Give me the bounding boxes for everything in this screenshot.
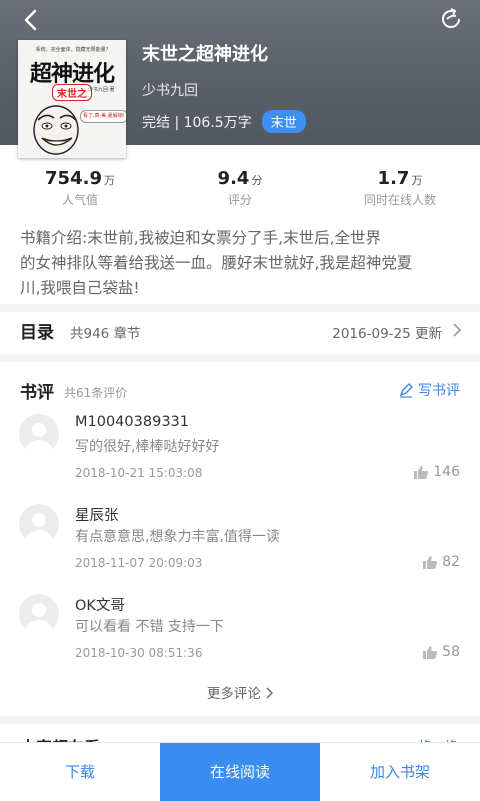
avatar[interactable] (19, 414, 59, 454)
review-username: OK文哥 (75, 598, 125, 614)
share-icon[interactable] (438, 6, 464, 32)
more-reviews-label: 更多评论 (206, 686, 261, 702)
like-count: 58 (442, 644, 460, 660)
table-of-contents-row[interactable]: 目录 共946 章节 2016-09-25 更新 (0, 312, 480, 350)
write-review-button[interactable]: 写书评 (398, 380, 460, 400)
chevron-right-icon (452, 322, 462, 338)
review-item[interactable]: 星辰张 有点意意思,想象力丰富,值得一读 2018-11-07 20:09:03… (0, 504, 480, 588)
cover-speech-bubble: 看了,真·美,夏解锁! (80, 110, 126, 123)
section-divider (0, 716, 480, 724)
avatar[interactable] (19, 504, 59, 544)
review-time: 2018-11-07 20:09:03 (75, 556, 203, 570)
status-text: 完结 | 106.5万字 (142, 114, 252, 131)
stat-unit: 万 (411, 174, 423, 187)
stat-rating: 9.4 分 评分 (180, 168, 300, 208)
pen-icon (399, 383, 413, 398)
book-cover: 系统、完全面体、隐藏无限能量? 超神进化 末世之 少书九回·著 看了,真·美,夏… (18, 40, 126, 158)
stat-label: 同时在线人数 (363, 193, 436, 207)
write-review-label: 写书评 (418, 383, 460, 399)
add-to-shelf-button[interactable]: 加入书架 (320, 743, 480, 801)
stat-unit: 万 (103, 174, 115, 187)
review-time: 2018-10-21 15:03:08 (75, 466, 203, 480)
like-button[interactable]: 82 (422, 554, 460, 570)
review-time: 2018-10-30 08:51:36 (75, 646, 203, 660)
update-date: 2016-09-25 更新 (332, 326, 442, 342)
chevron-right-icon (266, 687, 274, 699)
bottom-action-bar: 下载 在线阅读 加入书架 (0, 742, 480, 801)
reviews-header: 书评 共61条评价 写书评 (0, 372, 480, 403)
thumbs-up-icon (414, 465, 429, 479)
review-username: 星辰张 (75, 508, 119, 524)
thumbs-up-icon (423, 555, 438, 569)
cover-face-illustration (26, 96, 84, 156)
cover-tagline: 系统、完全面体、隐藏无限能量? (35, 47, 109, 53)
genre-tag[interactable]: 末世 (261, 110, 306, 133)
stat-value: 754.9 (45, 168, 102, 189)
book-title: 末世之超神进化 (142, 44, 268, 65)
like-button[interactable]: 58 (422, 644, 460, 660)
toc-title: 目录 (20, 323, 54, 343)
section-divider (0, 304, 480, 312)
review-text: 有点意意思,想象力丰富,值得一读 (75, 529, 280, 545)
review-item[interactable]: OK文哥 可以看看 不错 支持一下 2018-10-30 08:51:36 58 (0, 594, 480, 678)
stat-online: 1.7 万 同时在线人数 (340, 168, 460, 208)
like-count: 82 (442, 554, 460, 570)
book-intro[interactable]: 书籍介绍:末世前,我被迫和女票分了手,末世后,全世界 的女神排队等着给我送一血。… (20, 226, 462, 301)
stat-popularity: 754.9 万 人气值 (20, 168, 140, 208)
avatar[interactable] (19, 594, 59, 634)
download-button[interactable]: 下载 (0, 743, 160, 801)
book-stats: 754.9 万 人气值 9.4 分 评分 1.7 万 同时在线人数 (0, 168, 480, 218)
intro-line: 川,我喂自己袋盐! (20, 279, 140, 297)
thumbs-up-icon (423, 645, 438, 659)
more-reviews-link[interactable]: 更多评论 (0, 682, 480, 702)
read-online-button[interactable]: 在线阅读 (160, 743, 320, 801)
section-divider (0, 354, 480, 362)
book-status: 完结 | 106.5万字 末世 (142, 110, 306, 133)
review-text: 可以看看 不错 支持一下 (75, 619, 224, 635)
intro-line: 书籍介绍:末世前,我被迫和女票分了手,末世后,全世界 (20, 229, 382, 247)
stat-value: 9.4 (217, 168, 250, 189)
review-text: 写的很好,棒棒哒好好好 (75, 439, 220, 455)
like-button[interactable]: 146 (413, 464, 460, 480)
reviews-count: 共61条评价 (64, 386, 128, 400)
back-arrow-icon[interactable] (18, 6, 48, 34)
stat-label: 人气值 (61, 193, 98, 207)
cover-author: 少书九回·著 (88, 87, 115, 93)
chapter-count: 共946 章节 (70, 326, 141, 342)
like-count: 146 (433, 464, 460, 480)
stat-unit: 分 (251, 174, 263, 187)
stat-value: 1.7 (377, 168, 410, 189)
stat-label: 评分 (227, 193, 252, 207)
book-author[interactable]: 少书九回 (142, 80, 198, 100)
reviews-title: 书评 (20, 383, 54, 403)
review-item[interactable]: M10040389331 写的很好,棒棒哒好好好 2018-10-21 15:0… (0, 414, 480, 498)
intro-line: 的女神排队等着给我送一血。腰好末世就好,我是超神党夏 (20, 254, 413, 272)
review-username: M10040389331 (75, 414, 189, 430)
